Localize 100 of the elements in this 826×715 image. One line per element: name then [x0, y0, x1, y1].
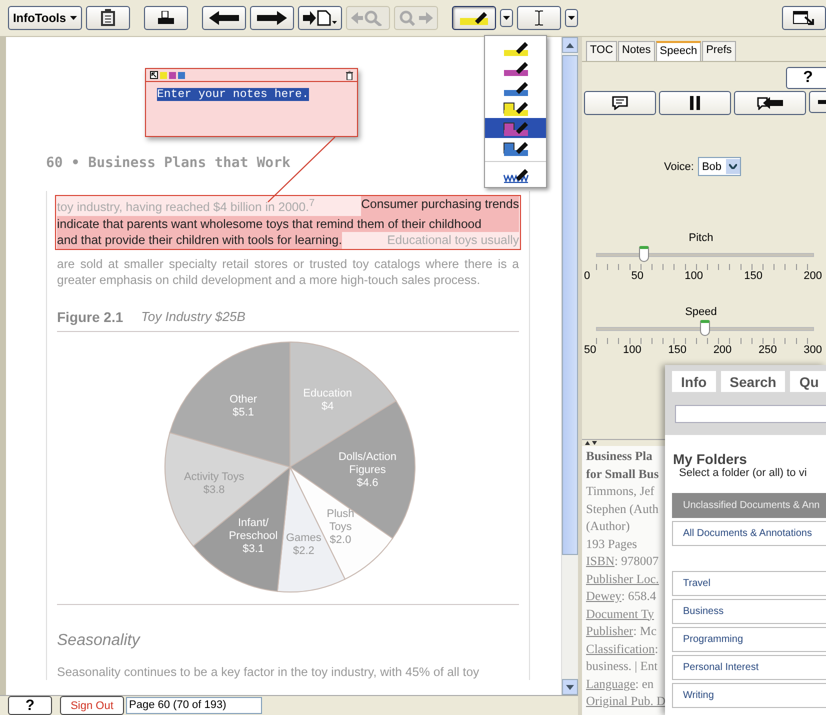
- tick-label: 100: [623, 344, 642, 356]
- color-swatch[interactable]: [169, 72, 176, 78]
- scroll-down-button[interactable]: [562, 679, 578, 695]
- right-arrow-icon: [257, 11, 287, 25]
- toolbar-button[interactable]: [202, 6, 246, 30]
- note-highlighter-icon: [502, 120, 528, 136]
- scrollbar-thumb[interactable]: [562, 55, 578, 555]
- highlighter-icon: [502, 80, 528, 96]
- highlighted-text: and that provide their children with tools for learning.: [57, 232, 342, 249]
- magnifier-with-left-arrow-icon: [351, 10, 385, 26]
- folder-item[interactable]: Business: [672, 599, 826, 624]
- info-text: 193 Pages: [586, 536, 638, 553]
- book-title: Business Pla: [586, 448, 652, 465]
- folder-item[interactable]: Writing: [672, 683, 826, 708]
- clipboard-icon: [100, 9, 116, 27]
- speech-bubble-icon: [611, 96, 629, 110]
- left-arrow-icon: [209, 11, 239, 25]
- note-text[interactable]: Enter your notes here.: [157, 88, 309, 101]
- toolbar-button[interactable]: [298, 6, 342, 30]
- slider-thumb[interactable]: [700, 320, 710, 336]
- arrow-into-document-icon: [303, 10, 337, 26]
- tick-label: 50: [631, 270, 644, 282]
- highlighted-text: indicate that parents want wholesome toys that remind them of their childhood: [57, 216, 519, 232]
- slider-label: Speed: [684, 306, 718, 318]
- figure-title: Toy Industry $25B: [141, 308, 246, 326]
- tab[interactable]: Qu: [790, 371, 826, 392]
- text-cursor-icon: [534, 10, 544, 26]
- color-swatch[interactable]: [160, 72, 167, 78]
- tab[interactable]: Speech: [656, 41, 702, 61]
- figure-label: Figure 2.1: [57, 308, 124, 326]
- speech-button[interactable]: [659, 91, 731, 115]
- caret-icon: [568, 16, 575, 20]
- slice-label: Dolls/Action Figures $4.6: [338, 451, 397, 490]
- book-title: for Small Bus: [586, 466, 659, 482]
- highlighter-icon: [460, 11, 488, 25]
- folder-item[interactable]: Travel: [672, 571, 826, 596]
- page-field[interactable]: Page 60 (70 of 193): [126, 697, 262, 714]
- tab[interactable]: Notes: [618, 41, 655, 61]
- help-button[interactable]: ?: [8, 696, 52, 715]
- field-value: :: [654, 642, 658, 656]
- slider-thumb[interactable]: [638, 246, 649, 262]
- menu-button[interactable]: InfoTools: [8, 6, 82, 30]
- speech-bubble-with-arrow-icon: [757, 96, 783, 110]
- note-highlighter-icon: [502, 100, 528, 116]
- tick-label: 100: [684, 270, 703, 282]
- page-header: 60 • Business Plans that Work: [46, 155, 290, 171]
- toolbar-button[interactable]: [144, 6, 188, 30]
- printer-icon: [157, 11, 175, 25]
- tab[interactable]: TOC: [586, 41, 618, 61]
- toolbar-button[interactable]: [782, 6, 826, 30]
- dropdown-button[interactable]: [500, 9, 513, 27]
- tab[interactable]: Prefs: [702, 41, 736, 61]
- up-arrow-icon: [566, 42, 574, 48]
- tick-label: 0: [584, 270, 590, 282]
- field-value: : Mc: [633, 624, 656, 638]
- toolbar-button[interactable]: [86, 6, 130, 30]
- dropdown-button[interactable]: [565, 9, 578, 27]
- highlighted-text: Consumer purchasing trends: [361, 196, 519, 216]
- color-swatch[interactable]: [178, 72, 185, 78]
- tab[interactable]: Info: [672, 371, 716, 392]
- slider-label: Pitch: [688, 232, 714, 244]
- down-arrow-icon: [566, 684, 574, 690]
- web-link-highlighter-icon: [502, 167, 528, 183]
- info-text: business. | Ent: [586, 658, 658, 675]
- voice-label: Voice:: [664, 160, 694, 172]
- highlighter-icon: [502, 40, 528, 56]
- sign-out-button[interactable]: Sign Out: [60, 696, 124, 715]
- scroll-up-button[interactable]: [562, 37, 578, 53]
- folder-item[interactable]: Personal Interest: [672, 655, 826, 680]
- voice-dropdown[interactable]: Bob: [698, 157, 741, 176]
- expand-icon: [150, 71, 158, 79]
- toolbar-button[interactable]: [250, 6, 294, 30]
- caret-icon: [70, 16, 78, 20]
- folder-item[interactable]: Programming: [672, 627, 826, 652]
- highlighter-icon: [502, 60, 528, 76]
- body-paragraph: are sold at smaller specialty retail stores or trusted toy catalogs where there is a greater emphasis on child development and a more high-touch sales process.: [57, 256, 519, 289]
- slice-label: Activity Toys $3.8: [184, 471, 244, 496]
- field-value: : 658.4: [621, 589, 656, 603]
- speech-button[interactable]: [584, 91, 656, 115]
- slice-label: Infant/ Preschool $3.1: [228, 517, 278, 556]
- field-value: : en: [635, 676, 654, 690]
- search-field[interactable]: [675, 405, 826, 423]
- tick-label: 200: [713, 344, 732, 356]
- folders-instruction: Select a folder (or all) to vi: [679, 467, 808, 479]
- folder-item[interactable]: All Documents & Annotations: [672, 521, 826, 546]
- help-button[interactable]: ?: [786, 67, 826, 89]
- toolbar-button[interactable]: [517, 6, 561, 30]
- slice-label: Education $4: [303, 388, 352, 413]
- toolbar-button[interactable]: [452, 6, 496, 30]
- speech-button[interactable]: [734, 91, 806, 115]
- tick-label: 150: [668, 344, 687, 356]
- trash-icon: [346, 70, 353, 80]
- passage-text: toy industry, having reached $4 billion in 2000.$^{7}$: [57, 197, 315, 216]
- note-highlighter-icon: [502, 140, 528, 156]
- tab[interactable]: Search: [720, 371, 786, 392]
- tick-label: 300: [804, 344, 822, 356]
- body-text: Seasonality continues to be a key factor in the toy industry, with 45% of all toy: [57, 664, 480, 680]
- slice-label: Plush Toys $2.0: [326, 508, 354, 546]
- restore-window-icon: [793, 11, 815, 25]
- slice-label: Other $5.1: [230, 394, 258, 419]
